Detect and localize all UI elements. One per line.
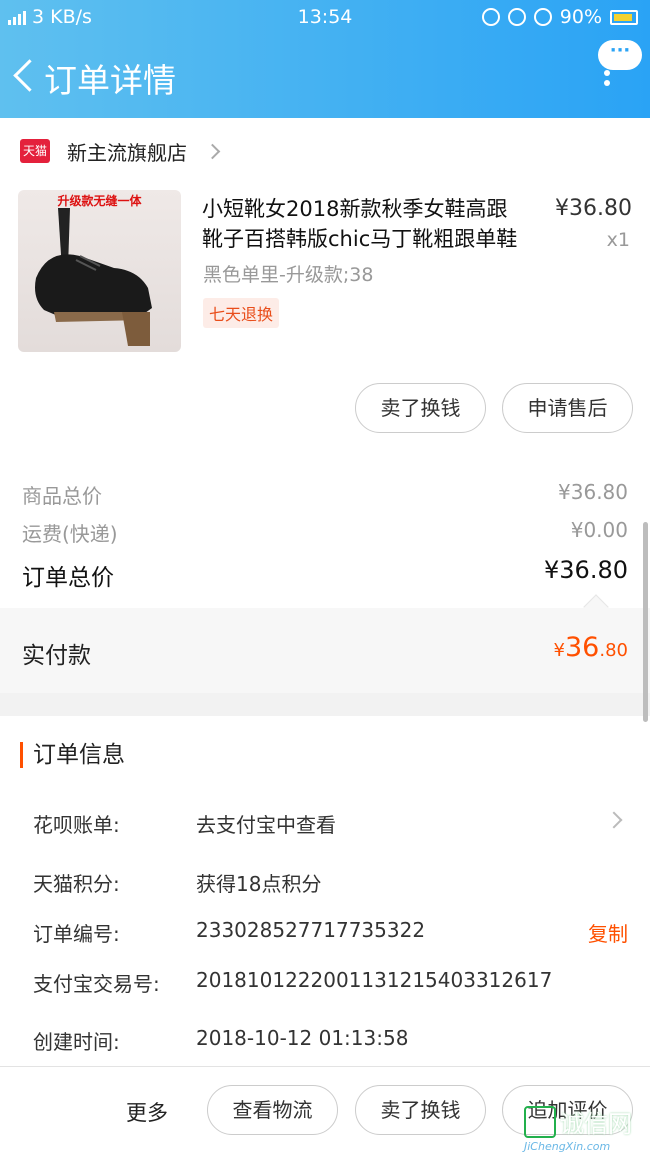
watermark-logo-icon <box>524 1106 556 1138</box>
app-header: 3 KB/s 13:54 90% 订单详情 ··· <box>0 0 650 118</box>
order-info-section: 订单信息 花呗账单: 去支付宝中查看 天猫积分: 获得18点积分 订单编号: 2… <box>0 716 650 1066</box>
payment-decimal: .80 <box>599 640 628 661</box>
view-logistics-button[interactable]: 查看物流 <box>207 1085 338 1135</box>
scrollbar[interactable] <box>643 522 648 722</box>
chevron-right-icon[interactable] <box>605 811 623 829</box>
product-title[interactable]: 小短靴女2018新款秋季女鞋高跟靴子百搭韩版chic马丁靴粗跟单鞋 <box>202 194 522 254</box>
order-number-label: 订单编号: <box>33 922 120 946</box>
points-label: 天猫积分: <box>33 872 120 896</box>
product-quantity: x1 <box>606 229 630 251</box>
goods-total-label: 商品总价 <box>22 484 102 508</box>
battery-percent: 90% <box>559 6 602 28</box>
more-actions-link[interactable]: 更多 <box>126 1097 168 1127</box>
created-time-label: 创建时间: <box>33 1030 120 1054</box>
watermark-cn: 诚信网 <box>560 1110 632 1138</box>
created-time-value: 2018-10-12 01:13:58 <box>196 1026 409 1050</box>
goods-total-value: ¥36.80 <box>558 480 628 504</box>
alipay-trade-label: 支付宝交易号: <box>33 972 160 996</box>
return-policy-badge: 七天退换 <box>203 298 280 328</box>
after-sale-button[interactable]: 申请售后 <box>502 383 633 433</box>
order-total-value: ¥36.80 <box>544 556 628 584</box>
alarm-icon <box>533 8 552 26</box>
points-value: 获得18点积分 <box>196 872 322 896</box>
product-image[interactable]: 升级款无缝一体 <box>18 190 181 352</box>
page-title: 订单详情 <box>44 61 176 100</box>
status-bar: 3 KB/s 13:54 90% <box>0 0 650 34</box>
more-menu-button[interactable]: ··· <box>598 40 642 70</box>
actual-payment-section: 实付款 ¥36.80 <box>0 594 650 693</box>
sell-for-cash-button[interactable]: 卖了换钱 <box>355 383 486 433</box>
order-card: 天猫 新主流旗舰店 升级款无缝一体 小短靴女2018新款秋季女鞋高跟靴子百搭韩版… <box>0 118 650 693</box>
caret-up-icon <box>583 594 609 620</box>
shop-row[interactable]: 天猫 新主流旗舰店 <box>20 128 221 174</box>
huabei-label: 花呗账单: <box>33 813 120 837</box>
sell-for-cash-bottom-button[interactable]: 卖了换钱 <box>355 1085 486 1135</box>
tmall-logo-icon: 天猫 <box>20 139 50 163</box>
vibrate-icon <box>481 8 500 26</box>
back-arrow-icon[interactable] <box>10 56 40 96</box>
nav-bar: 订单详情 ··· <box>0 40 650 112</box>
watermark-en: JiChengXin.com <box>524 1140 611 1153</box>
shipping-label: 运费(快递) <box>22 522 118 546</box>
order-number-value: 233028527717735322 <box>196 918 426 942</box>
payment-currency: ¥ <box>553 640 565 661</box>
lock-rotation-icon <box>507 8 526 26</box>
watermark: 诚信网 JiChengXin.com <box>524 1104 644 1153</box>
chevron-right-icon <box>204 143 221 159</box>
huabei-value[interactable]: 去支付宝中查看 <box>196 809 336 838</box>
battery-icon <box>610 9 638 25</box>
product-price: ¥36.80 <box>555 196 632 221</box>
alipay-trade-value: 2018101222001131215403312617 <box>196 968 553 992</box>
actual-payment-label: 实付款 <box>22 643 91 669</box>
more-dots-icon[interactable] <box>604 70 612 94</box>
order-total-label: 订单总价 <box>22 565 114 591</box>
shop-name: 新主流旗舰店 <box>67 140 187 165</box>
copy-order-number-button[interactable]: 复制 <box>588 918 628 947</box>
order-info-heading: 订单信息 <box>20 742 125 768</box>
actual-payment-value: ¥36.80 <box>554 632 628 663</box>
product-image-caption: 升级款无缝一体 <box>57 194 142 208</box>
shipping-value: ¥0.00 <box>570 518 628 542</box>
product-sku: 黑色单里-升级款;38 <box>203 264 374 286</box>
payment-integer: 36 <box>565 632 600 663</box>
